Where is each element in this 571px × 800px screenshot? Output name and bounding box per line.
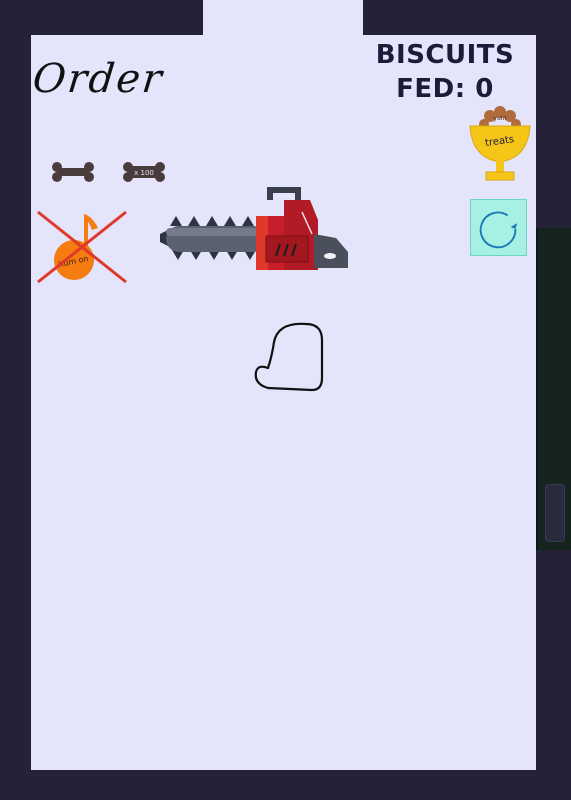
muted-music-note-icon[interactable]: hum on <box>34 206 130 286</box>
chainsaw-icon[interactable] <box>158 186 350 274</box>
trophy-top-text: yum <box>493 115 506 122</box>
score-prefix: FED: <box>396 74 466 104</box>
bone-x100-icon[interactable]: x 100 <box>121 159 167 185</box>
treats-trophy-icon[interactable]: yum treats <box>466 104 534 188</box>
mitten-icon[interactable] <box>250 320 326 396</box>
reset-icon <box>479 211 518 249</box>
score-line: FED: 0 <box>355 72 535 106</box>
bone-icon[interactable] <box>50 160 96 184</box>
play-area[interactable] <box>31 35 536 770</box>
score-label: BISCUITS <box>375 40 515 70</box>
reset-button[interactable] <box>470 199 527 256</box>
side-scroll-thumb[interactable] <box>545 484 565 542</box>
order-label: Order <box>30 56 166 102</box>
score-display: BISCUITS FED: 0 <box>355 38 535 106</box>
top-frame-notch <box>203 0 363 36</box>
score-value: 0 <box>475 74 494 104</box>
bone-multiplier-label: x 100 <box>134 169 154 177</box>
